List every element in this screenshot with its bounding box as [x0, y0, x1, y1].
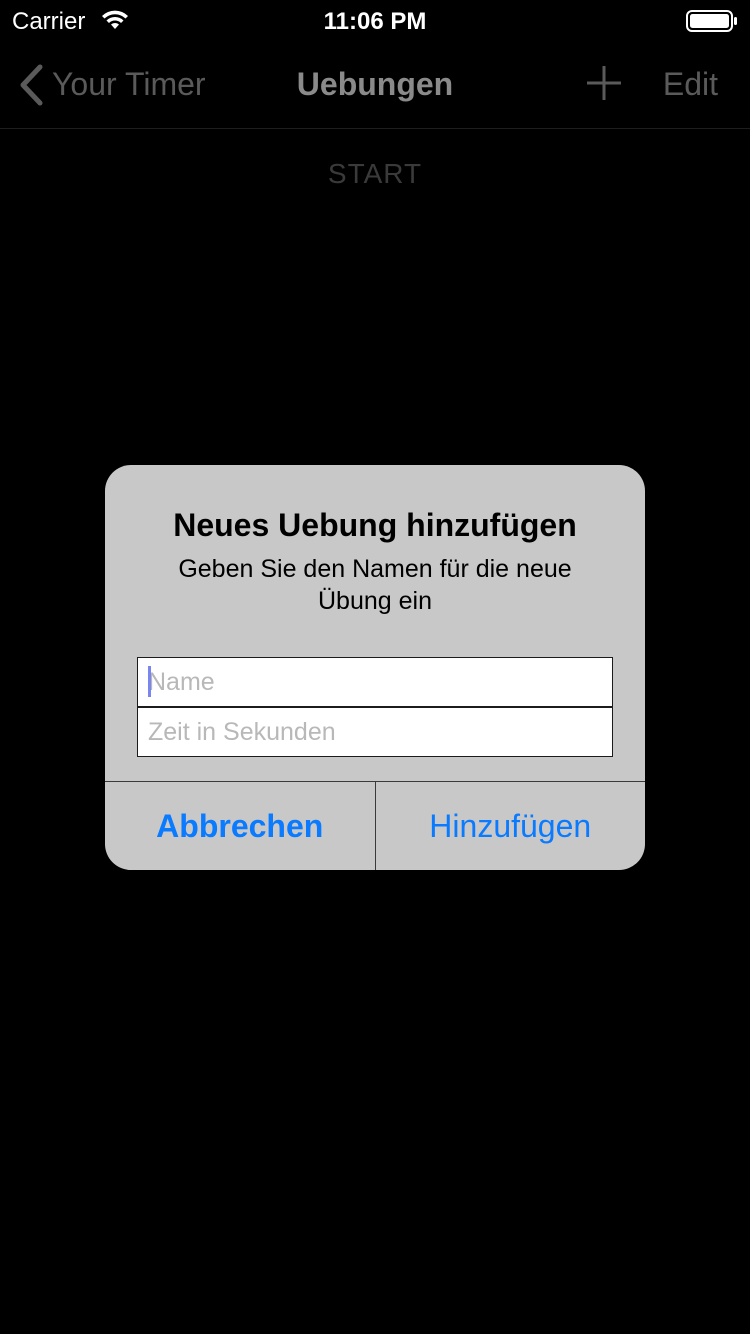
plus-icon[interactable]: [585, 64, 623, 102]
nav-bar: Your Timer Uebungen Edit: [0, 40, 750, 129]
add-exercise-alert: Neues Uebung hinzufügen Geben Sie den Na…: [105, 465, 645, 870]
battery-icon: [686, 10, 737, 32]
alert-message: Geben Sie den Namen für die neue Übung e…: [178, 555, 572, 615]
edit-button[interactable]: Edit: [663, 66, 718, 103]
page-title: Uebungen: [296, 66, 454, 102]
status-time: 11:06 PM: [323, 8, 427, 35]
alert-button-row: Abbrechen Hinzufügen: [105, 781, 645, 870]
alert-title: Neues Uebung hinzufügen: [173, 507, 577, 543]
cancel-button[interactable]: Abbrechen: [105, 782, 376, 870]
status-bar: Carrier 11:06 PM: [0, 0, 750, 40]
add-button[interactable]: Hinzufügen: [376, 782, 646, 870]
start-button[interactable]: START: [0, 158, 750, 190]
name-input[interactable]: [137, 657, 613, 707]
text-cursor: [148, 666, 151, 697]
seconds-input[interactable]: [137, 707, 613, 757]
